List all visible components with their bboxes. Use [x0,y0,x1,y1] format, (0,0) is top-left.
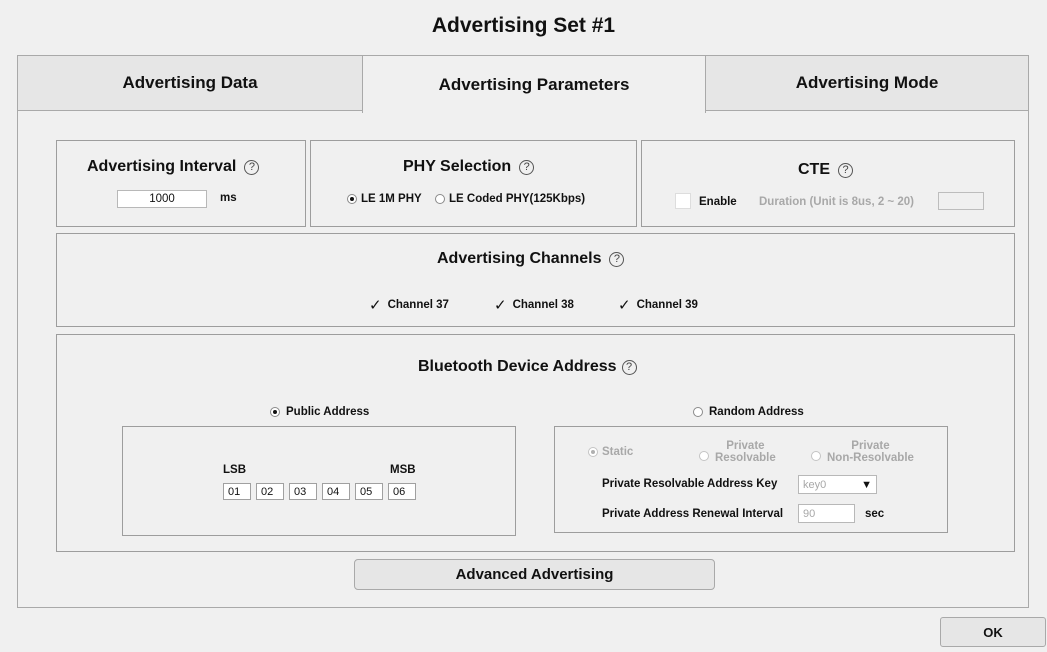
tab-advertising-mode[interactable]: Advertising Mode [705,55,1029,111]
cte-duration-input[interactable] [938,192,984,210]
channel-38-checkbox[interactable]: ✓ Channel 38 [494,296,574,314]
advertising-interval-unit: ms [220,192,237,204]
cte-enable-checkbox[interactable] [675,193,691,209]
private-resolvable-line2: Resolvable [715,452,776,464]
msb-label: MSB [390,464,416,476]
phy-coded-label: LE Coded PHY(125Kbps) [449,193,586,205]
help-icon[interactable]: ? [244,159,260,175]
check-icon: ✓ [369,297,382,314]
renewal-input[interactable]: 90 [798,504,855,523]
channel-39-checkbox[interactable]: ✓ Channel 39 [618,296,698,314]
static-label: Static [602,446,634,458]
phy-selection-title: PHY Selection ? [403,158,535,176]
random-address-label: Random Address [709,406,804,418]
address-byte-input[interactable]: 05 [355,483,383,500]
advertising-channels-title: Advertising Channels ? [437,250,625,268]
window-title: Advertising Set #1 [431,14,616,37]
advertising-channels-label: Advertising Channels [437,250,602,267]
cte-enable-label: Enable [699,196,737,208]
static-option[interactable]: Static [588,446,633,458]
help-icon[interactable]: ? [609,251,625,267]
radio-icon[interactable] [699,451,709,461]
radio-icon[interactable] [270,407,280,417]
help-icon[interactable]: ? [838,162,853,178]
address-byte-input[interactable]: 02 [256,483,284,500]
channel-37-label: Channel 37 [387,299,449,311]
chevron-down-icon[interactable]: ▼ [861,479,876,491]
public-address-option[interactable]: Public Address [270,406,369,418]
random-address-panel: Static Private Resolvable Private Non-Re… [554,426,948,533]
phy-selection-label: PHY Selection [403,158,512,175]
phy-coded-option[interactable]: LE Coded PHY(125Kbps) [435,193,585,205]
advertising-interval-title: Advertising Interval ? [87,158,260,176]
help-icon[interactable]: ? [621,359,637,375]
channel-37-checkbox[interactable]: ✓ Channel 37 [369,296,449,314]
cte-group: CTE ? Enable Duration (Unit is 8us, 2 ~ … [641,140,1015,227]
private-nonresolvable-label: Private Non-Resolvable [827,440,914,464]
radio-icon[interactable] [347,194,357,204]
bluetooth-address-group: Bluetooth Device Address ? Public Addres… [56,334,1015,552]
key-label: Private Resolvable Address Key [602,478,778,490]
private-resolvable-option[interactable]: Private Resolvable [699,440,776,464]
tab-label: Advertising Data [122,73,258,92]
private-resolvable-line1: Private [726,440,765,452]
bluetooth-address-label: Bluetooth Device Address [418,358,617,375]
key-select[interactable]: key0 ▼ [798,475,877,494]
radio-icon[interactable] [588,447,598,457]
check-icon: ✓ [618,297,631,314]
advertising-interval-group: Advertising Interval ? 1000 ms [56,140,306,227]
channel-39-label: Channel 39 [636,299,698,311]
renewal-label: Private Address Renewal Interval [602,508,784,520]
cte-title: CTE ? [798,161,853,179]
address-byte-input[interactable]: 06 [388,483,416,500]
tab-label: Advertising Mode [795,73,939,92]
advanced-advertising-button[interactable]: Advanced Advertising [354,559,715,590]
help-icon[interactable]: ? [519,159,535,175]
cte-label: CTE [798,161,830,178]
check-icon: ✓ [494,297,507,314]
private-nonresolvable-line2: Non-Resolvable [827,452,914,464]
phy-le1m-label: LE 1M PHY [361,193,422,205]
cte-duration-label: Duration (Unit is 8us, 2 ~ 20) [759,196,914,208]
renewal-input-value: 90 [803,507,816,520]
public-address-label: Public Address [286,406,370,418]
phy-le1m-option[interactable]: LE 1M PHY [347,193,422,205]
address-byte-input[interactable]: 03 [289,483,317,500]
phy-selection-group: PHY Selection ? LE 1M PHY LE Coded PHY(1… [310,140,637,227]
advertising-channels-group: Advertising Channels ? ✓ Channel 37 ✓ Ch… [56,233,1015,327]
private-nonresolvable-line1: Private [851,440,890,452]
address-byte-input[interactable]: 04 [322,483,350,500]
bluetooth-address-title: Bluetooth Device Address ? [418,358,637,376]
random-address-option[interactable]: Random Address [693,406,804,418]
public-address-panel: LSB MSB 01 02 03 04 05 06 [122,426,516,536]
address-byte-input[interactable]: 01 [223,483,251,500]
tab-label: Advertising Parameters [438,74,630,94]
advertising-interval-input[interactable]: 1000 [117,190,207,208]
radio-icon[interactable] [693,407,703,417]
radio-icon[interactable] [811,451,821,461]
channel-38-label: Channel 38 [512,299,574,311]
renewal-unit: sec [865,508,885,520]
tab-advertising-parameters[interactable]: Advertising Parameters [362,55,706,113]
ok-button[interactable]: OK [940,617,1046,647]
lsb-label: LSB [223,464,246,476]
private-nonresolvable-option[interactable]: Private Non-Resolvable [811,440,914,464]
radio-icon[interactable] [435,194,445,204]
advertising-interval-label: Advertising Interval [87,158,237,175]
key-select-value: key0 [803,478,827,491]
tab-advertising-data[interactable]: Advertising Data [17,55,363,111]
private-resolvable-label: Private Resolvable [715,440,776,464]
